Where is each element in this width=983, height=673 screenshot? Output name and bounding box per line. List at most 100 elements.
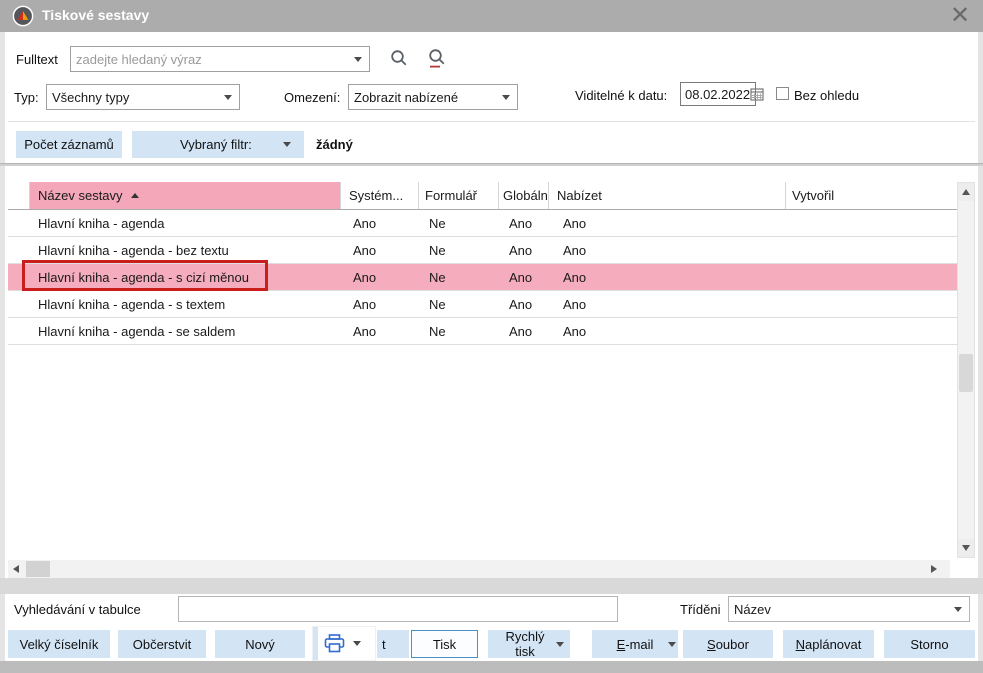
- app-logo-icon: [12, 5, 34, 27]
- close-icon[interactable]: ✕: [945, 1, 975, 31]
- fulltext-combobox[interactable]: [70, 46, 370, 72]
- fulltext-input[interactable]: [71, 51, 347, 68]
- column-header-globalni[interactable]: Globálni: [499, 182, 549, 209]
- cell-system: Ano: [341, 270, 419, 285]
- storno-button[interactable]: Storno: [884, 630, 975, 658]
- covered-button-fragment[interactable]: t: [377, 630, 409, 658]
- pocet-zaznamu-button[interactable]: Počet záznamů: [16, 131, 122, 158]
- button-label: Tisk: [433, 637, 456, 652]
- filtr-value: žádný: [316, 137, 353, 152]
- cell-formular: Ne: [419, 297, 499, 312]
- scroll-down-button[interactable]: [958, 539, 974, 557]
- dropdown-arrow-icon[interactable]: [954, 607, 962, 612]
- button-label: Storno: [910, 637, 948, 652]
- scroll-up-button[interactable]: [958, 183, 974, 201]
- cell-system: Ano: [341, 243, 419, 258]
- cell-nabizet: Ano: [549, 270, 786, 285]
- date-field[interactable]: 08.02.2022: [680, 82, 756, 106]
- scroll-right-icon: [931, 565, 937, 573]
- bez-ohledu-checkbox[interactable]: [776, 87, 789, 100]
- cell-globalni: Ano: [499, 324, 549, 339]
- cell-nazev: Hlavní kniha - agenda - s textem: [30, 297, 341, 312]
- dropdown-arrow-icon[interactable]: [354, 57, 362, 62]
- vybrany-filtr-dropdown[interactable]: Vybraný filtr:: [132, 131, 304, 158]
- dropdown-arrow-icon[interactable]: [224, 95, 232, 100]
- search-icon[interactable]: [387, 46, 411, 70]
- table-search-input[interactable]: [178, 596, 618, 622]
- trideni-value: Název: [729, 602, 947, 617]
- table-row[interactable]: Hlavní kniha - agenda Ano Ne Ano Ano: [8, 210, 958, 237]
- table-row[interactable]: Hlavní kniha - agenda - s textem Ano Ne …: [8, 291, 958, 318]
- column-header-label: Systém...: [349, 188, 403, 203]
- column-header-label: Vytvořil: [792, 188, 834, 203]
- omezeni-value: Zobrazit nabízené: [349, 90, 495, 105]
- window-edge-right: [978, 32, 983, 662]
- cell-formular: Ne: [419, 270, 499, 285]
- table-header-row: Název sestavy Systém... Formulář Globáln…: [8, 182, 958, 210]
- panel-edge: [313, 627, 318, 660]
- printer-icon[interactable]: [324, 634, 345, 653]
- dropdown-arrow-icon: [283, 142, 291, 147]
- button-label: Občerstvit: [133, 637, 192, 652]
- table-row[interactable]: Hlavní kniha - agenda - se saldem Ano Ne…: [8, 318, 958, 345]
- button-label: Rychlý tisk: [494, 629, 556, 659]
- velky-ciselnik-button[interactable]: Velký číselník: [8, 630, 110, 658]
- button-label: t: [382, 637, 386, 652]
- print-dropdown-panel[interactable]: [313, 627, 375, 660]
- column-header-formular[interactable]: Formulář: [419, 182, 499, 209]
- column-header-label: Globálni: [503, 188, 549, 203]
- calendar-icon[interactable]: [750, 87, 764, 101]
- column-header-system[interactable]: Systém...: [341, 182, 419, 209]
- horizontal-scroll-thumb[interactable]: [26, 561, 50, 577]
- cell-formular: Ne: [419, 216, 499, 231]
- window-title: Tiskové sestavy: [42, 7, 149, 23]
- naplanovat-button[interactable]: Naplánovat: [783, 630, 874, 658]
- email-dropdown-button[interactable]: E-mail: [592, 630, 678, 658]
- cell-formular: Ne: [419, 243, 499, 258]
- viditelne-label: Viditelné k datu:: [575, 88, 667, 103]
- dropdown-arrow-icon[interactable]: [353, 641, 361, 646]
- obcerstvit-button[interactable]: Občerstvit: [118, 630, 206, 658]
- cell-nabizet: Ano: [549, 324, 786, 339]
- dropdown-arrow-icon: [556, 642, 564, 647]
- search-marked-icon[interactable]: [425, 46, 449, 70]
- cell-globalni: Ano: [499, 216, 549, 231]
- tisk-button[interactable]: Tisk: [411, 630, 478, 658]
- title-bar: Tiskové sestavy ✕: [0, 0, 983, 32]
- button-label: Naplánovat: [796, 637, 862, 652]
- table-row[interactable]: Hlavní kniha - agenda - bez textu Ano Ne…: [8, 237, 958, 264]
- soubor-button[interactable]: Soubor: [683, 630, 773, 658]
- pocet-zaznamu-label: Počet záznamů: [24, 137, 114, 152]
- cell-formular: Ne: [419, 324, 499, 339]
- column-header-label: Formulář: [425, 188, 477, 203]
- column-header-nabizet[interactable]: Nabízet: [549, 182, 786, 209]
- bez-ohledu-label: Bez ohledu: [794, 88, 859, 103]
- cell-nabizet: Ano: [549, 297, 786, 312]
- horizontal-scrollbar[interactable]: [8, 560, 950, 578]
- omezeni-combobox[interactable]: Zobrazit nabízené: [348, 84, 518, 110]
- scroll-right-button[interactable]: [926, 560, 942, 578]
- cell-nazev: Hlavní kniha - agenda - se saldem: [30, 324, 341, 339]
- trideni-label: Tříděni: [680, 602, 720, 617]
- scroll-left-button[interactable]: [8, 560, 24, 578]
- scroll-down-icon: [962, 545, 970, 551]
- table-row-selected[interactable]: Hlavní kniha - agenda - s cizí měnou Ano…: [8, 264, 958, 291]
- button-label: E-mail: [617, 637, 654, 652]
- cell-nabizet: Ano: [549, 243, 786, 258]
- rychly-tisk-dropdown-button[interactable]: Rychlý tisk: [488, 630, 570, 658]
- separator-line: [8, 121, 975, 122]
- vertical-scrollbar[interactable]: [957, 182, 975, 558]
- table-search-label: Vyhledávání v tabulce: [14, 602, 141, 617]
- omezeni-label: Omezení:: [284, 90, 340, 105]
- trideni-combobox[interactable]: Název: [728, 596, 970, 622]
- novy-button[interactable]: Nový: [215, 630, 305, 658]
- vertical-scroll-thumb[interactable]: [959, 354, 973, 392]
- typ-label: Typ:: [14, 90, 39, 105]
- sort-ascending-icon: [131, 193, 139, 198]
- typ-combobox[interactable]: Všechny typy: [46, 84, 240, 110]
- dropdown-arrow-icon[interactable]: [502, 95, 510, 100]
- divider-band: [0, 578, 983, 594]
- column-header-vytvoril[interactable]: Vytvořil: [786, 182, 958, 209]
- column-header-nazev[interactable]: Název sestavy: [30, 182, 341, 209]
- dropdown-arrow-icon: [668, 642, 676, 647]
